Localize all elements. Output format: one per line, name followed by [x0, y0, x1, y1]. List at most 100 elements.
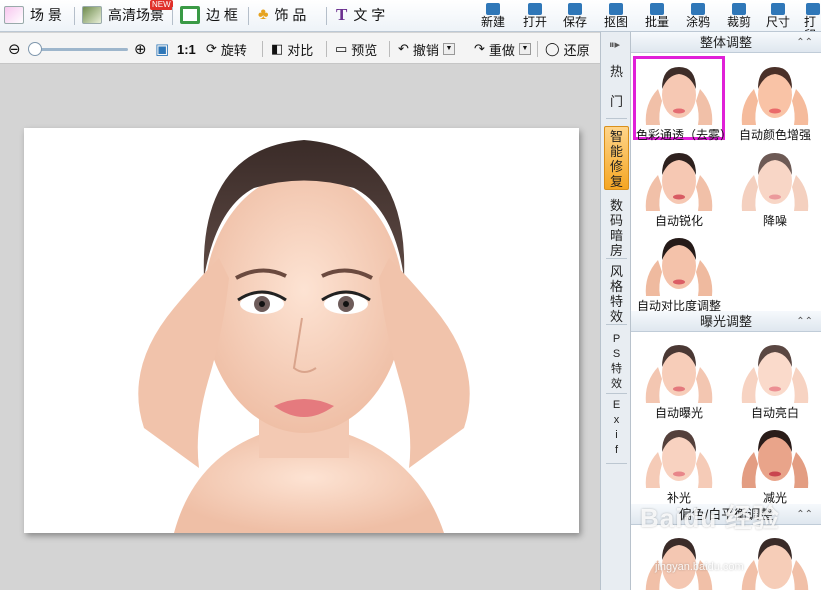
effect-auto-sharpen[interactable]: 自动锐化 — [633, 142, 725, 228]
doodle-icon — [691, 3, 705, 15]
edited-photo[interactable] — [24, 128, 579, 533]
divider — [606, 393, 627, 394]
zoom-slider-thumb[interactable] — [28, 42, 42, 56]
collapse-panel-icon[interactable]: ⏸▸ — [609, 38, 620, 52]
divider — [537, 41, 538, 57]
decoration-button[interactable]: ♣ 饰 品 — [258, 0, 306, 30]
divider — [262, 41, 263, 57]
hd-scene-icon — [82, 6, 102, 24]
doodle-button[interactable]: 涂鸦 — [680, 0, 716, 31]
effect-white-balance-2[interactable] — [729, 527, 821, 590]
side-tab-bar: ⏸▸ 热 门 智 能 修 复 数 码 暗 房 风 格 特 效 P S 特 效 E… — [600, 32, 631, 590]
frame-button[interactable]: 边 框 — [180, 0, 238, 30]
collapse-section-icon[interactable]: ⌃⌃ — [796, 311, 813, 332]
portrait-image — [138, 140, 470, 533]
zoom-in-icon[interactable]: ⊕ — [134, 39, 147, 59]
rotate-icon: ⟳ — [206, 41, 217, 56]
preview-icon: ▭ — [335, 41, 348, 56]
redo-dropdown-icon[interactable]: ▼ — [518, 43, 531, 55]
new-file-icon — [486, 3, 500, 15]
divider — [172, 7, 173, 25]
compare-icon: ◧ — [271, 41, 284, 56]
tab-digital-darkroom[interactable]: 数 码 暗 房 — [604, 198, 629, 262]
effect-auto-contrast[interactable]: 自动对比度调整 — [633, 227, 725, 313]
redo-icon: ↷ — [474, 41, 485, 56]
scene-button[interactable]: 场 景 — [4, 0, 62, 30]
divider — [389, 41, 390, 57]
divider — [248, 7, 249, 25]
effect-fill-light[interactable]: 补光 — [633, 419, 725, 505]
resize-button[interactable]: 尺寸 — [760, 0, 796, 31]
divider — [606, 463, 627, 464]
collapse-section-icon[interactable]: ⌃⌃ — [796, 32, 813, 53]
restore-icon: ◯ — [545, 41, 560, 56]
effect-thumbnail — [736, 422, 814, 488]
compare-button[interactable]: ◧ 对比 — [271, 39, 313, 59]
fit-screen-icon[interactable]: ▣ — [155, 39, 169, 59]
tab-hot[interactable]: 热 门 — [604, 64, 629, 109]
open-folder-icon — [528, 3, 542, 15]
divider — [606, 324, 627, 325]
text-icon: T — [336, 5, 348, 24]
scene-label: 场 景 — [30, 7, 62, 23]
batch-icon — [650, 3, 664, 15]
new-button[interactable]: 新建 — [475, 0, 511, 31]
tab-style-effects[interactable]: 风 格 特 效 — [604, 264, 629, 328]
new-badge: NEW — [150, 0, 173, 10]
crop-button[interactable]: 裁剪 — [721, 0, 757, 31]
print-icon — [806, 3, 820, 15]
canvas-area[interactable] — [0, 65, 600, 590]
tab-smart-repair[interactable]: 智 能 修 复 — [604, 126, 629, 190]
effect-auto-exposure[interactable]: 自动曝光 — [633, 334, 725, 420]
divider — [606, 118, 627, 119]
undo-icon: ↶ — [398, 41, 409, 56]
effect-thumbnail — [640, 145, 718, 211]
effect-thumbnail — [640, 530, 718, 590]
undo-dropdown-icon[interactable]: ▼ — [442, 43, 455, 55]
collapse-section-icon[interactable]: ⌃⌃ — [796, 504, 813, 525]
effect-denoise[interactable]: 降噪 — [729, 142, 821, 228]
effect-auto-brighten[interactable]: 自动亮白 — [729, 334, 821, 420]
section-exposure[interactable]: 曝光调整 ⌃⌃ — [631, 311, 821, 332]
effect-thumbnail — [736, 530, 814, 590]
image-toolbar: ⊖ ⊕ ▣ 1:1 ⟳ 旋转 ◧ 对比 ▭ 预览 ↶ 撤销 ▼ ↷ 重做 ▼ ◯… — [0, 33, 600, 64]
undo-button[interactable]: ↶ 撤销 ▼ — [398, 39, 455, 59]
effect-thumbnail — [640, 422, 718, 488]
actual-size-button[interactable]: 1:1 — [177, 39, 196, 59]
effect-white-balance-1[interactable] — [633, 527, 725, 590]
effect-dehaze[interactable]: 色彩通透（去雾） — [633, 56, 732, 142]
divider — [326, 7, 327, 25]
resize-icon — [771, 3, 785, 15]
zoom-out-icon[interactable]: ⊖ — [8, 39, 21, 59]
divider — [326, 41, 327, 57]
print-button[interactable]: 打印 — [800, 0, 821, 31]
effect-auto-color-enhance[interactable]: 自动颜色增强 — [729, 56, 821, 142]
zoom-slider[interactable] — [32, 48, 128, 51]
effect-reduce-light[interactable]: 减光 — [729, 419, 821, 505]
preview-button[interactable]: ▭ 预览 — [335, 39, 377, 59]
divider — [74, 7, 75, 25]
text-button[interactable]: T 文 字 — [336, 0, 385, 30]
section-white-balance[interactable]: 偏色/白平衡调整 ⌃⌃ — [631, 504, 821, 525]
effect-thumbnail — [640, 59, 718, 125]
restore-button[interactable]: ◯ 还原 — [545, 39, 590, 59]
save-icon — [568, 3, 582, 15]
save-button[interactable]: 保存 — [557, 0, 593, 31]
effects-panel: 整体调整 ⌃⌃ 色彩通透（去雾） 自动颜色增强 自动锐化 降噪 自动对比度调整 … — [631, 32, 821, 590]
tab-ps-effects[interactable]: P S 特 效 — [604, 332, 629, 396]
batch-button[interactable]: 批量 — [639, 0, 675, 31]
rotate-button[interactable]: ⟳ 旋转 — [206, 39, 247, 59]
decoration-icon: ♣ — [258, 6, 269, 23]
text-label: 文 字 — [353, 7, 386, 23]
effect-thumbnail — [736, 145, 814, 211]
crop-icon — [732, 3, 746, 15]
effect-thumbnail — [736, 337, 814, 403]
decoration-label: 饰 品 — [274, 7, 307, 23]
cutout-icon — [609, 3, 623, 15]
open-button[interactable]: 打开 — [517, 0, 553, 31]
tab-exif[interactable]: E x i f — [604, 398, 629, 462]
redo-button[interactable]: ↷ 重做 ▼ — [474, 39, 531, 59]
cutout-button[interactable]: 抠图 — [598, 0, 634, 31]
frame-label: 边 框 — [206, 7, 238, 23]
section-overall[interactable]: 整体调整 ⌃⌃ — [631, 32, 821, 53]
